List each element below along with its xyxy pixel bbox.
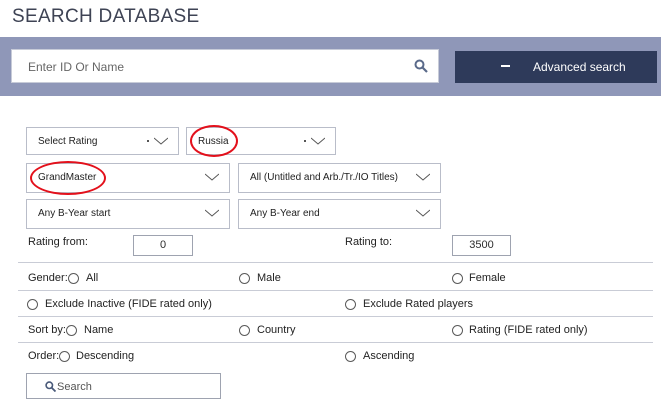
rating-to-input[interactable]: 3500 bbox=[452, 235, 511, 256]
rating-select[interactable]: Select Rating bbox=[26, 127, 179, 155]
category-select[interactable]: All (Untitled and Arb./Tr./IO Titles) bbox=[238, 163, 441, 193]
exclude-inactive-radio[interactable] bbox=[27, 299, 38, 310]
id-name-placeholder: Enter ID Or Name bbox=[28, 60, 125, 74]
chevron-down-icon bbox=[205, 209, 219, 217]
gender-label: Gender: bbox=[28, 272, 68, 284]
advanced-search-label: Advanced search bbox=[533, 60, 626, 74]
rating-from-input[interactable]: 0 bbox=[133, 235, 193, 256]
chevron-down-icon bbox=[416, 173, 430, 181]
advanced-search-button[interactable]: Advanced search bbox=[455, 51, 657, 83]
exclude-rated-radio[interactable] bbox=[345, 299, 356, 310]
byear-end-select[interactable]: Any B-Year end bbox=[238, 199, 441, 229]
divider bbox=[18, 342, 653, 343]
sort-country-label: Country bbox=[257, 324, 296, 336]
byear-end-value: Any B-Year end bbox=[250, 208, 320, 219]
gender-all-label: All bbox=[86, 272, 99, 284]
order-ascending-radio[interactable] bbox=[345, 351, 356, 362]
sort-rating-radio[interactable] bbox=[452, 325, 463, 336]
rating-to-label: Rating to: bbox=[345, 236, 393, 248]
sort-label: Sort by: bbox=[28, 324, 66, 336]
category-select-value: All (Untitled and Arb./Tr./IO Titles) bbox=[250, 172, 399, 183]
rating-from-label: Rating from: bbox=[28, 236, 88, 248]
gender-all-radio[interactable] bbox=[68, 273, 79, 284]
gender-female-radio[interactable] bbox=[452, 273, 463, 284]
chevron-down-icon bbox=[416, 209, 430, 217]
chevron-down-icon bbox=[311, 137, 325, 145]
highlight-oval-title bbox=[30, 161, 106, 195]
magnifier-icon[interactable] bbox=[414, 59, 428, 73]
id-name-search-input[interactable]: Enter ID Or Name bbox=[11, 49, 439, 83]
minus-icon bbox=[501, 65, 510, 67]
gender-male-label: Male bbox=[257, 272, 281, 284]
sort-name-radio[interactable] bbox=[66, 325, 77, 336]
order-descending-radio[interactable] bbox=[59, 351, 70, 362]
magnifier-icon bbox=[45, 381, 56, 392]
order-ascending-label: Ascending bbox=[363, 350, 415, 362]
gender-male-radio[interactable] bbox=[239, 273, 250, 284]
search-button[interactable]: Search bbox=[26, 373, 221, 399]
divider bbox=[18, 316, 653, 317]
sort-country-radio[interactable] bbox=[239, 325, 250, 336]
gender-female-label: Female bbox=[469, 272, 506, 284]
order-descending-label: Descending bbox=[76, 350, 135, 362]
order-label: Order: bbox=[28, 350, 60, 362]
highlight-oval-country bbox=[190, 125, 238, 157]
divider bbox=[18, 290, 653, 291]
chevron-down-icon bbox=[205, 173, 219, 181]
sort-rating-label: Rating (FIDE rated only) bbox=[469, 324, 588, 336]
byear-start-select[interactable]: Any B-Year start bbox=[26, 199, 230, 229]
exclude-rated-label: Exclude Rated players bbox=[363, 298, 474, 310]
sort-name-label: Name bbox=[84, 324, 114, 336]
page-title: SEARCH DATABASE bbox=[12, 6, 200, 27]
exclude-inactive-label: Exclude Inactive (FIDE rated only) bbox=[45, 298, 212, 310]
search-button-label: Search bbox=[57, 381, 92, 393]
chevron-down-icon bbox=[154, 137, 168, 145]
divider bbox=[18, 262, 653, 263]
byear-start-value: Any B-Year start bbox=[38, 208, 111, 219]
select-dot bbox=[304, 140, 306, 142]
rating-select-value: Select Rating bbox=[38, 136, 98, 147]
select-dot bbox=[147, 140, 149, 142]
